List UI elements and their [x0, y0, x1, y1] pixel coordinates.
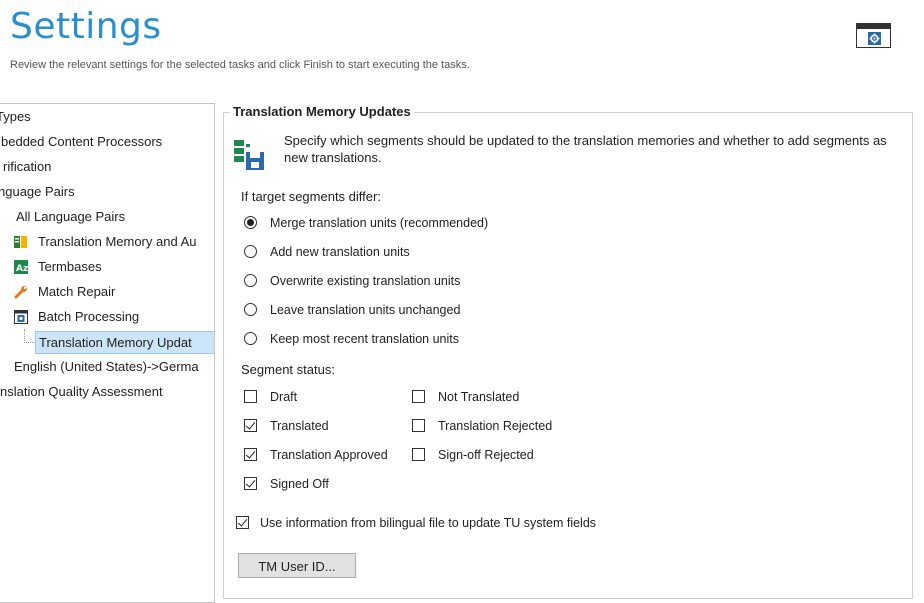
checkbox[interactable]	[412, 419, 425, 432]
tree-item-label: rification	[3, 159, 52, 174]
radio-label: Keep most recent translation units	[270, 332, 459, 346]
radio-button[interactable]	[244, 245, 257, 258]
tree-item-label: Match Repair	[38, 284, 116, 299]
radio-label: Leave translation units unchanged	[270, 303, 461, 317]
tree-item-translation-quality[interactable]: nslation Quality Assessment	[0, 380, 163, 404]
checkbox-label: Use information from bilingual file to u…	[260, 516, 597, 530]
tree-item-label: Translation Memory Updat	[39, 335, 192, 350]
radio-button[interactable]	[244, 332, 257, 345]
translation-memory-icon	[14, 236, 27, 248]
checkbox-label: Signed Off	[270, 477, 329, 491]
svg-text:Az: Az	[16, 264, 28, 274]
page-title: Settings	[10, 6, 162, 47]
radio-button[interactable]	[244, 274, 257, 287]
tree-item-tm-updates[interactable]: Translation Memory Updat	[35, 331, 214, 354]
checkbox[interactable]	[244, 477, 257, 490]
tm-update-icon	[234, 140, 264, 170]
batch-settings-icon	[14, 310, 28, 324]
intro-text: Specify which segments should be updated…	[284, 133, 887, 165]
tree-item-label: Batch Processing	[38, 309, 140, 324]
tree-item-types[interactable]: Types	[0, 105, 31, 129]
checkbox[interactable]	[236, 516, 249, 529]
tree-item-language-pairs[interactable]: nguage Pairs	[0, 180, 75, 204]
tm-user-id-button[interactable]: TM User ID...	[238, 553, 356, 578]
checkbox-label: Translated	[270, 419, 329, 433]
tree-item-label: Termbases	[38, 259, 102, 274]
checkbox-label: Translation Approved	[270, 448, 388, 462]
settings-window-button[interactable]	[856, 23, 891, 48]
tree-item-all-language-pairs[interactable]: All Language Pairs	[16, 205, 125, 229]
settings-tree[interactable]: Types bedded Content Processors rificati…	[0, 103, 215, 603]
tree-item-label: All Language Pairs	[16, 209, 126, 224]
wrench-icon	[14, 286, 27, 299]
page-subtitle: Review the relevant settings for the sel…	[10, 59, 470, 71]
tree-item-verification[interactable]: rification	[3, 155, 51, 179]
radio-button[interactable]	[244, 303, 257, 316]
checkbox-label: Draft	[270, 390, 298, 404]
tree-item-label: Translation Memory and Au	[38, 234, 197, 249]
tree-item-label: nguage Pairs	[0, 184, 75, 199]
termbase-icon: Az	[14, 260, 28, 274]
tree-item-english-german[interactable]: English (United States)->Germa	[14, 355, 199, 379]
gear-icon	[868, 32, 881, 45]
tree-item-label: bedded Content Processors	[1, 134, 163, 149]
checkbox[interactable]	[412, 448, 425, 461]
differ-label: If target segments differ:	[241, 189, 381, 204]
checkbox[interactable]	[244, 448, 257, 461]
tree-item-label: Types	[0, 109, 31, 124]
tree-item-label: English (United States)->Germa	[14, 359, 199, 374]
radio-label: Merge translation units (recommended)	[270, 216, 489, 230]
checkbox[interactable]	[412, 390, 425, 403]
checkbox[interactable]	[244, 419, 257, 432]
tree-connector	[24, 329, 35, 343]
checkbox-label: Translation Rejected	[438, 419, 553, 433]
checkbox[interactable]	[244, 390, 257, 403]
radio-label: Overwrite existing translation units	[270, 274, 461, 288]
tree-item-label: nslation Quality Assessment	[0, 384, 163, 399]
tree-item-tm-automation[interactable]: Translation Memory and Au	[14, 230, 214, 254]
tree-item-embedded-content[interactable]: bedded Content Processors	[1, 130, 162, 154]
checkbox-label: Sign-off Rejected	[438, 448, 534, 462]
radio-label: Add new translation units	[270, 245, 410, 259]
group-title: Translation Memory Updates	[230, 104, 414, 119]
checkbox-label: Not Translated	[438, 390, 520, 404]
radio-button[interactable]	[244, 216, 257, 229]
segment-status-label: Segment status:	[241, 362, 335, 377]
